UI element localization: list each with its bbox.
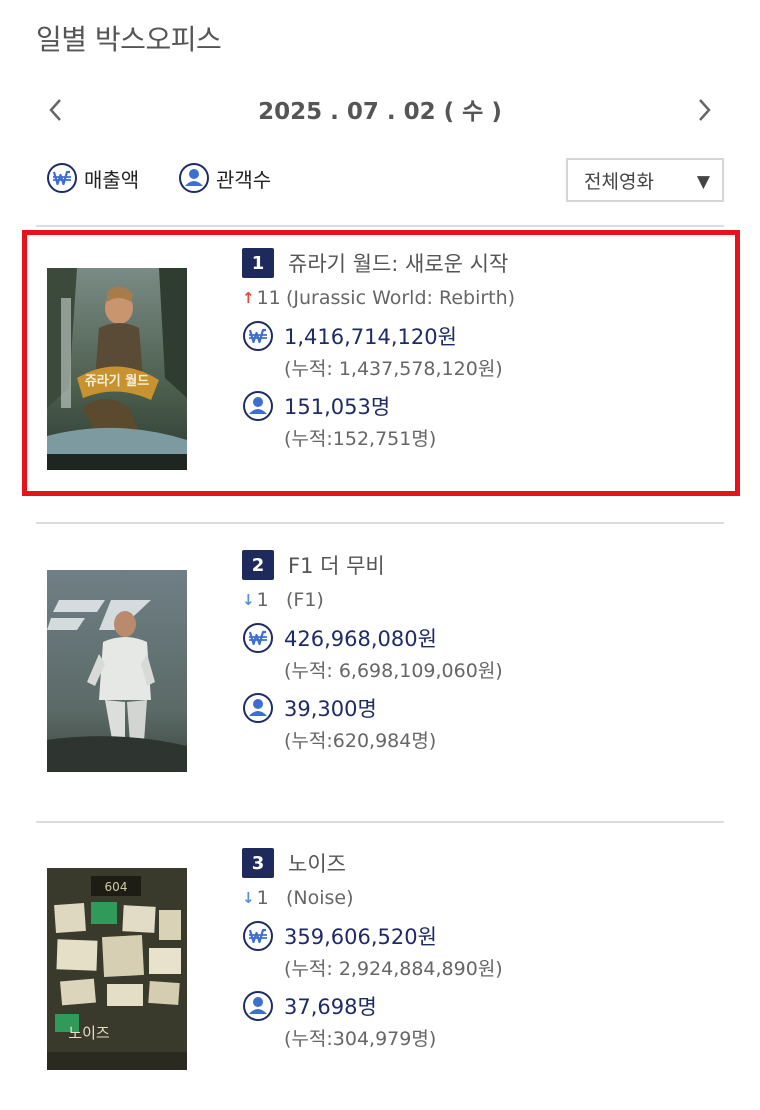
filter-bar: 매출액 관객수 전체영화 ▼ [36,158,724,204]
person-icon [178,162,210,194]
movie-item[interactable]: 604 노이즈 3 노이즈 ↓ 1 (Noise) 359,606,520원 (… [22,830,740,1096]
movie-poster[interactable] [47,570,187,772]
current-date: 2025 . 07 . 02 ( 수 ) [258,99,502,125]
rank-change-value: 11 [256,287,281,309]
daily-audience: 151,053명 [284,395,391,419]
chevron-right-icon [699,99,711,121]
movie-poster[interactable]: 쥬라기 월드 [47,268,187,470]
won-icon [242,320,274,352]
date-navigation: 2025 . 07 . 02 ( 수 ) [36,88,724,132]
divider [36,522,724,524]
original-title: (F1) [286,589,324,611]
person-icon [242,390,274,422]
daily-sales: 426,968,080원 [284,627,437,651]
movie-item[interactable]: 쥬라기 월드 1 쥬라기 월드: 새로운 시작 ↑ 11 (Jurassic W… [22,230,740,496]
won-icon [242,920,274,952]
original-title: (Jurassic World: Rebirth) [286,287,516,309]
poster-title-text: 쥬라기 월드 [85,373,149,389]
cumulative-audience: (누적:304,979명) [284,1028,437,1050]
divider [36,821,724,823]
poster-title-text: 노이즈 [68,1024,110,1042]
arrow-up-icon: ↑ [242,289,255,307]
person-icon [242,692,274,724]
movie-item[interactable]: 2 F1 더 무비 ↓ 1 (F1) 426,968,080원 (누적: 6,6… [22,532,740,798]
rank-change-value: 1 [256,887,269,909]
dropdown-caret-icon: ▼ [696,172,710,192]
movie-title[interactable]: F1 더 무비 [288,550,385,580]
movie-type-select[interactable]: 전체영화 ▼ [566,158,724,202]
movie-title[interactable]: 쥬라기 월드: 새로운 시작 [288,248,508,278]
movie-info: 3 노이즈 ↓ 1 (Noise) 359,606,520원 (누적: 2,92… [242,846,730,1054]
sales-label: 매출액 [84,167,140,192]
audience-sort-button[interactable]: 관객수 [178,162,271,194]
cumulative-audience: (누적:152,751명) [284,428,437,450]
select-value: 전체영화 [584,170,654,193]
movie-info: 2 F1 더 무비 ↓ 1 (F1) 426,968,080원 (누적: 6,6… [242,548,730,756]
won-icon [46,162,78,194]
divider [36,225,724,227]
rank-badge: 1 [242,248,274,278]
rank-change: ↑ 11 [242,287,286,309]
arrow-down-icon: ↓ [242,591,255,609]
person-icon [242,990,274,1022]
audience-label: 관객수 [216,167,272,192]
movie-info: 1 쥬라기 월드: 새로운 시작 ↑ 11 (Jurassic World: R… [242,246,725,454]
daily-audience: 37,698명 [284,995,377,1019]
sales-sort-button[interactable]: 매출액 [46,162,139,194]
rank-badge: 2 [242,550,274,580]
cumulative-audience: (누적:620,984명) [284,730,437,752]
daily-sales: 1,416,714,120원 [284,325,457,349]
page-title: 일별 박스오피스 [36,23,222,56]
original-title: (Noise) [286,887,354,909]
cumulative-sales: (누적: 6,698,109,060원) [284,660,503,682]
arrow-down-icon: ↓ [242,889,255,907]
movie-title[interactable]: 노이즈 [288,848,346,878]
rank-badge: 3 [242,848,274,878]
daily-audience: 39,300명 [284,697,377,721]
poster-room-number: 604 [105,880,128,894]
rank-change-value: 1 [256,589,269,611]
cumulative-sales: (누적: 1,437,578,120원) [284,358,503,380]
daily-sales: 359,606,520원 [284,925,437,949]
movie-poster[interactable]: 604 노이즈 [47,868,187,1070]
won-icon [242,622,274,654]
rank-change: ↓ 1 [242,887,286,909]
cumulative-sales: (누적: 2,924,884,890원) [284,958,503,980]
rank-change: ↓ 1 [242,589,286,611]
next-day-button[interactable] [690,92,720,128]
